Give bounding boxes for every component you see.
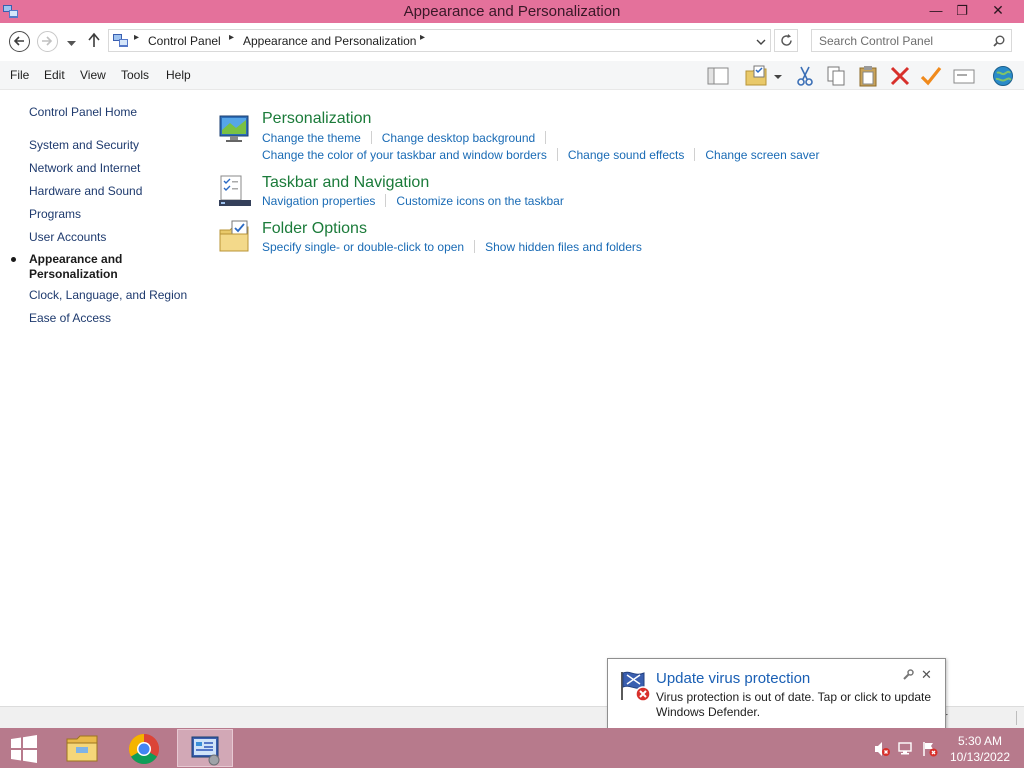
link-divider bbox=[694, 148, 696, 161]
breadcrumb-control-panel[interactable]: Control Panel bbox=[148, 34, 221, 48]
notification-message[interactable]: Virus protection is out of date. Tap or … bbox=[656, 690, 940, 720]
maximize-button[interactable]: ❐ bbox=[948, 0, 976, 21]
taskbar: 5:30 AM 10/13/2022 bbox=[0, 728, 1024, 768]
taskbar-navigation-title-link[interactable]: Taskbar and Navigation bbox=[262, 174, 429, 192]
notification-balloon[interactable]: Update virus protection Virus protection… bbox=[607, 658, 946, 729]
globe-icon[interactable] bbox=[990, 63, 1016, 89]
breadcrumb-separator-icon[interactable]: ▸ bbox=[229, 32, 234, 43]
link-divider bbox=[385, 194, 387, 207]
personalization-title-link[interactable]: Personalization bbox=[262, 110, 371, 128]
menu-edit[interactable]: Edit bbox=[44, 68, 65, 82]
search-icon[interactable] bbox=[993, 35, 1005, 47]
menu-view[interactable]: View bbox=[80, 68, 106, 82]
properties-icon[interactable] bbox=[951, 63, 977, 89]
file-explorer-icon bbox=[66, 735, 98, 762]
start-icon bbox=[11, 735, 37, 763]
change-sound-effects-link[interactable]: Change sound effects bbox=[568, 148, 685, 162]
chrome-icon bbox=[128, 734, 160, 765]
navigation-properties-link[interactable]: Navigation properties bbox=[262, 194, 375, 208]
sidebar-item-ease-of-access[interactable]: Ease of Access bbox=[29, 311, 111, 325]
search-box[interactable] bbox=[811, 29, 1012, 52]
network-icon[interactable] bbox=[898, 741, 914, 760]
control-panel-home-link[interactable]: Control Panel Home bbox=[29, 105, 137, 119]
layout-pane-icon[interactable] bbox=[705, 63, 731, 89]
start-button[interactable] bbox=[0, 729, 48, 767]
file-explorer-taskbar-button[interactable] bbox=[54, 729, 110, 767]
dropdown-arrow-icon[interactable] bbox=[771, 63, 785, 89]
delete-icon[interactable] bbox=[887, 63, 913, 89]
link-divider bbox=[370, 131, 372, 144]
paste-icon[interactable] bbox=[855, 63, 881, 89]
control-panel-icon bbox=[113, 33, 129, 51]
breadcrumb-separator-icon[interactable]: ▸ bbox=[420, 32, 425, 43]
address-dropdown-icon[interactable] bbox=[756, 35, 766, 49]
system-clock[interactable]: 5:30 AM 10/13/2022 bbox=[944, 733, 1016, 765]
sidebar-item-appearance-personalization: Appearance and Personalization bbox=[29, 252, 123, 281]
status-divider bbox=[1016, 711, 1017, 725]
up-arrow-icon[interactable] bbox=[87, 32, 101, 51]
window-title: Appearance and Personalization bbox=[403, 3, 621, 20]
folder-options-icon[interactable] bbox=[218, 220, 252, 254]
cut-icon[interactable] bbox=[792, 63, 818, 89]
volume-muted-icon[interactable] bbox=[874, 741, 890, 760]
control-panel-icon bbox=[191, 736, 220, 766]
title-bar[interactable]: Appearance and Personalization — ❐ ✕ bbox=[0, 0, 1024, 23]
breadcrumb-separator-icon[interactable]: ▸ bbox=[134, 32, 139, 43]
notification-title[interactable]: Update virus protection bbox=[656, 670, 810, 687]
clock-time: 5:30 AM bbox=[957, 734, 1003, 748]
recent-locations-dropdown-icon[interactable] bbox=[67, 36, 76, 50]
search-input[interactable] bbox=[812, 30, 982, 51]
sidebar-item-system-security[interactable]: System and Security bbox=[29, 138, 139, 152]
chrome-taskbar-button[interactable] bbox=[116, 729, 172, 767]
minimize-button[interactable]: — bbox=[922, 0, 950, 21]
menu-tools[interactable]: Tools bbox=[121, 68, 149, 82]
change-theme-link[interactable]: Change the theme bbox=[262, 131, 361, 145]
folder-options-title-link[interactable]: Folder Options bbox=[262, 220, 367, 238]
personalization-icon[interactable] bbox=[218, 110, 252, 144]
active-item-bullet-icon bbox=[11, 257, 16, 262]
refresh-button[interactable] bbox=[774, 29, 798, 52]
checkmark-icon[interactable] bbox=[918, 63, 944, 89]
back-button[interactable] bbox=[9, 31, 30, 52]
change-screen-saver-link[interactable]: Change screen saver bbox=[705, 148, 819, 162]
taskbar-icon[interactable] bbox=[218, 174, 252, 208]
sidebar-item-hardware-sound[interactable]: Hardware and Sound bbox=[29, 184, 142, 198]
notification-close-button[interactable]: ✕ bbox=[921, 667, 932, 683]
link-divider bbox=[545, 131, 547, 144]
link-divider bbox=[474, 240, 476, 253]
sidebar-item-programs[interactable]: Programs bbox=[29, 207, 81, 221]
sidebar-item-network-internet[interactable]: Network and Internet bbox=[29, 161, 140, 175]
link-divider bbox=[556, 148, 558, 161]
change-taskbar-color-link[interactable]: Change the color of your taskbar and win… bbox=[262, 148, 547, 162]
wrench-icon[interactable] bbox=[902, 669, 914, 684]
sidebar-item-user-accounts[interactable]: User Accounts bbox=[29, 230, 106, 244]
menu-help[interactable]: Help bbox=[166, 68, 191, 82]
close-button[interactable]: ✕ bbox=[975, 0, 1021, 21]
defender-warning-icon bbox=[618, 669, 652, 706]
control-panel-taskbar-button[interactable] bbox=[177, 729, 233, 767]
navigation-bar: ▸ Control Panel ▸ Appearance and Persona… bbox=[0, 23, 1024, 61]
copy-icon[interactable] bbox=[823, 63, 849, 89]
address-bar[interactable]: ▸ Control Panel ▸ Appearance and Persona… bbox=[108, 29, 771, 52]
show-hidden-files-link[interactable]: Show hidden files and folders bbox=[485, 240, 642, 254]
forward-button[interactable] bbox=[37, 31, 58, 52]
sidebar-item-clock-language-region[interactable]: Clock, Language, and Region bbox=[29, 288, 187, 302]
menu-bar: File Edit View Tools Help bbox=[0, 61, 1024, 90]
single-double-click-link[interactable]: Specify single- or double-click to open bbox=[262, 240, 464, 254]
clock-date: 10/13/2022 bbox=[949, 750, 1011, 764]
customize-taskbar-icons-link[interactable]: Customize icons on the taskbar bbox=[396, 194, 563, 208]
folder-options-icon[interactable] bbox=[743, 63, 769, 89]
breadcrumb-appearance[interactable]: Appearance and Personalization bbox=[243, 34, 416, 48]
menu-file[interactable]: File bbox=[10, 68, 29, 82]
action-center-flag-icon[interactable] bbox=[922, 741, 938, 760]
change-desktop-background-link[interactable]: Change desktop background bbox=[382, 131, 535, 145]
